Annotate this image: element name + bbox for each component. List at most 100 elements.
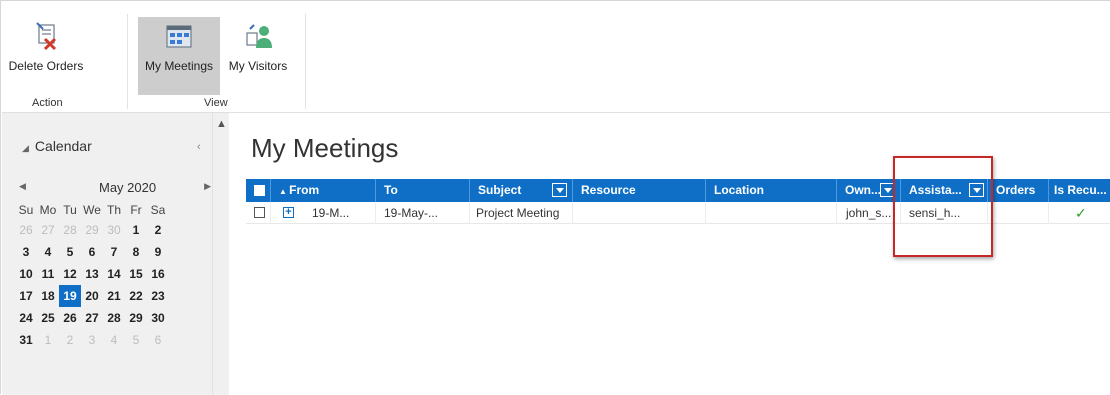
calendar-day[interactable]: 5 (59, 241, 81, 263)
filter-dropdown-icon[interactable] (880, 183, 895, 197)
mini-calendar: Su Mo Tu We Th Fr Sa 26 27 28 29 30 1 2 … (15, 201, 169, 351)
column-separator (572, 202, 573, 224)
calendar-day[interactable]: 18 (37, 285, 59, 307)
calendar-day[interactable]: 31 (15, 329, 37, 351)
column-header-to[interactable]: To (376, 179, 469, 202)
calendar-day[interactable]: 1 (125, 219, 147, 241)
column-separator (900, 202, 901, 224)
calendar-day[interactable]: 24 (15, 307, 37, 329)
column-label: To (384, 183, 398, 197)
calendar-day[interactable]: 15 (125, 263, 147, 285)
scroll-up-icon[interactable]: ▲ (216, 118, 227, 130)
calendar-day[interactable]: 4 (37, 241, 59, 263)
calendar-day[interactable]: 29 (125, 307, 147, 329)
calendar-day[interactable]: 27 (81, 307, 103, 329)
cell-from: 19-M... (312, 206, 350, 220)
previous-month-icon[interactable]: ◀ (19, 181, 26, 192)
column-header-assistant[interactable]: Assista... (901, 179, 987, 202)
expand-row-icon[interactable]: + (283, 207, 294, 218)
calendar-day[interactable]: 11 (37, 263, 59, 285)
calendar-day[interactable]: 7 (103, 241, 125, 263)
column-header-is-recurring[interactable]: Is Recu... (1049, 179, 1110, 202)
calendar-day[interactable]: 28 (59, 219, 81, 241)
row-checkbox[interactable] (254, 207, 265, 218)
calendar-day[interactable]: 2 (59, 329, 81, 351)
delete-orders-button[interactable]: Delete Orders (6, 17, 86, 95)
calendar-day[interactable]: 21 (103, 285, 125, 307)
calendar-day[interactable]: 13 (81, 263, 103, 285)
column-label: Orders (996, 183, 1036, 197)
my-meetings-button[interactable]: My Meetings (138, 17, 220, 95)
cell-subject: Project Meeting (476, 206, 560, 220)
calendar-day[interactable]: 26 (59, 307, 81, 329)
calendar-day[interactable]: 30 (103, 219, 125, 241)
column-header-orders[interactable]: Orders (988, 179, 1048, 202)
my-visitors-button[interactable]: My Visitors (223, 17, 293, 95)
weekday-label: Fr (130, 203, 142, 217)
calendar-day[interactable]: 4 (103, 329, 125, 351)
collapse-pane-icon[interactable]: ‹ (197, 141, 201, 153)
month-title: May 2020 (99, 180, 157, 195)
calendar-day[interactable]: 3 (15, 241, 37, 263)
calendar-day[interactable]: 29 (81, 219, 103, 241)
column-separator (705, 202, 706, 224)
calendar-day[interactable]: 16 (147, 263, 169, 285)
filter-dropdown-icon[interactable] (969, 183, 984, 197)
weekday-label: Sa (150, 203, 166, 217)
column-header-from[interactable]: ▲ From (271, 179, 375, 202)
select-all-checkbox[interactable] (254, 185, 265, 196)
calendar-day[interactable]: 3 (81, 329, 103, 351)
column-separator (1048, 202, 1049, 224)
calendar-day[interactable]: 25 (37, 307, 59, 329)
calendar-header[interactable]: ◢ Calendar (22, 138, 92, 154)
column-label: Resource (581, 183, 636, 197)
filter-dropdown-icon[interactable] (552, 183, 567, 197)
calendar-day[interactable]: 22 (125, 285, 147, 307)
column-header-location[interactable]: Location (706, 179, 836, 202)
calendar-day[interactable]: 5 (125, 329, 147, 351)
recurring-check-icon: ✓ (1075, 205, 1087, 221)
sort-ascending-icon: ▲ (279, 187, 290, 196)
ribbon-separator (127, 14, 128, 109)
calendar-day[interactable]: 17 (15, 285, 37, 307)
calendar-day[interactable]: 10 (15, 263, 37, 285)
my-visitors-label: My Visitors (228, 59, 288, 73)
app-window: Delete Orders My Meetings My Visitors Ac… (0, 0, 1110, 395)
calendar-day[interactable]: 27 (37, 219, 59, 241)
delete-orders-label: Delete Orders (8, 59, 84, 73)
calendar-day[interactable]: 12 (59, 263, 81, 285)
ribbon-separator (305, 14, 306, 109)
calendar-day[interactable]: 1 (37, 329, 59, 351)
column-header-resource[interactable]: Resource (573, 179, 705, 202)
cell-assistant: sensi_h... (909, 206, 961, 220)
calendar-day[interactable]: 14 (103, 263, 125, 285)
column-header-owner[interactable]: Own... (837, 179, 900, 202)
weekday-label: Tu (63, 203, 77, 217)
calendar-day[interactable]: 28 (103, 307, 125, 329)
calendar-label: Calendar (34, 138, 92, 154)
weekday-label: Su (18, 203, 34, 217)
grid-header: ▲ From To Subject Resource Location Own.… (246, 179, 1110, 202)
calendar-day[interactable]: 30 (147, 307, 169, 329)
calendar-day[interactable]: 2 (147, 219, 169, 241)
ribbon: Delete Orders My Meetings My Visitors Ac… (2, 2, 1110, 113)
column-header-subject[interactable]: Subject (470, 179, 572, 202)
calendar-day[interactable]: 6 (147, 329, 169, 351)
calendar-pane: ◢ Calendar ‹ ◀ May 2020 ▶ Su Mo Tu We Th … (2, 113, 229, 395)
column-label: Is Recu... (1054, 183, 1107, 197)
calendar-day[interactable]: 20 (81, 285, 103, 307)
collapse-triangle-icon: ◢ (22, 143, 29, 153)
calendar-day[interactable]: 26 (15, 219, 37, 241)
weekday-label: We (83, 203, 101, 217)
calendar-day[interactable]: 9 (147, 241, 169, 263)
pane-scrollbar[interactable]: ▲ (212, 113, 229, 395)
calendar-day[interactable]: 23 (147, 285, 169, 307)
column-label: Own... (845, 183, 881, 197)
my-meetings-label: My Meetings (144, 59, 214, 73)
calendar-day[interactable]: 8 (125, 241, 147, 263)
table-row[interactable]: + 19-M... 19-May-... Project Meeting joh… (246, 202, 1110, 224)
month-navigation: ◀ May 2020 ▶ (19, 180, 211, 199)
next-month-icon[interactable]: ▶ (204, 181, 211, 192)
calendar-day[interactable]: 6 (81, 241, 103, 263)
calendar-day-selected[interactable]: 19 (59, 285, 81, 307)
